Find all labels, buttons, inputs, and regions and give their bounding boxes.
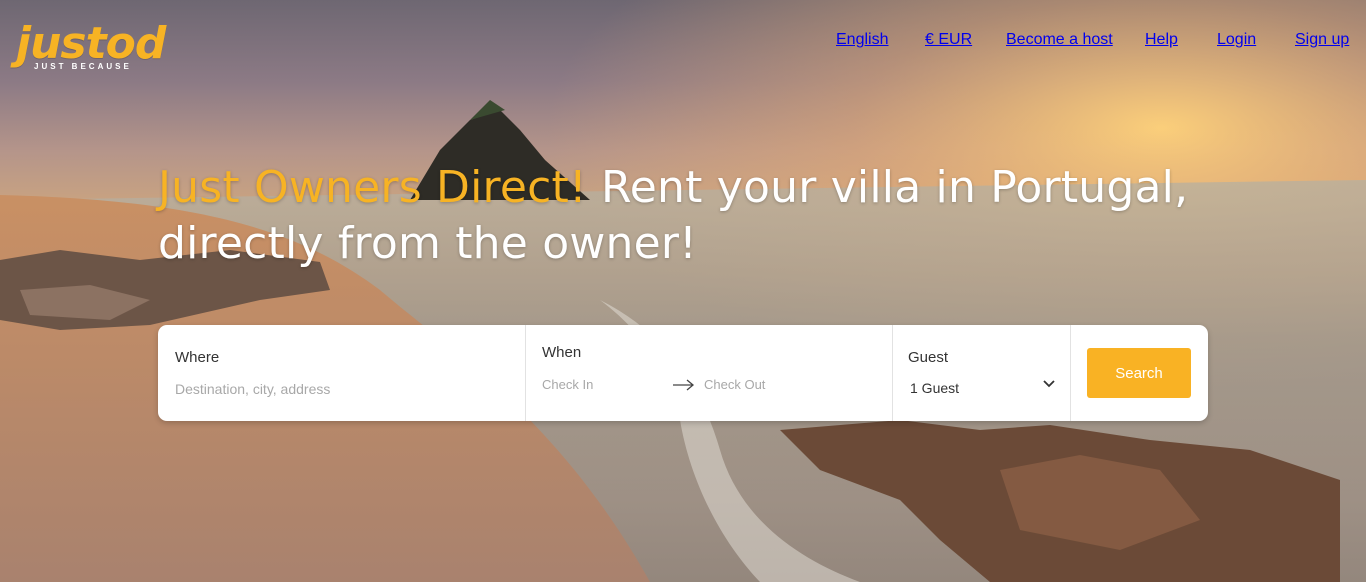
where-section[interactable]: Where <box>158 325 526 421</box>
check-out-field[interactable]: Check Out <box>704 377 765 392</box>
logo-tagline: JUST BECAUSE <box>34 62 132 71</box>
where-label: Where <box>175 349 220 366</box>
chevron-down-icon[interactable] <box>1042 379 1056 389</box>
nav-signup[interactable]: Sign up <box>1295 31 1349 49</box>
beach-background-image <box>0 0 1366 582</box>
logo-wordmark: justod <box>16 18 166 69</box>
hero-section <box>0 0 1366 582</box>
nav-language[interactable]: English <box>836 31 888 49</box>
arrow-right-icon <box>673 379 695 391</box>
when-label: When <box>542 344 582 361</box>
logo[interactable]: justod JUST BECAUSE <box>16 20 188 76</box>
hero-headline: Just Owners Direct! Rent your villa in P… <box>158 160 1258 272</box>
guest-section[interactable]: Guest 1 Guest <box>892 325 1071 421</box>
search-bar: Where When Check In Check Out Guest 1 Gu… <box>158 325 1208 421</box>
headline-accent: Just Owners Direct! <box>158 162 587 213</box>
nav-login[interactable]: Login <box>1217 31 1256 49</box>
nav-become-host[interactable]: Become a host <box>1006 31 1113 49</box>
check-in-field[interactable]: Check In <box>542 377 593 392</box>
search-button[interactable]: Search <box>1087 348 1191 398</box>
guest-label: Guest <box>908 349 949 366</box>
nav-help[interactable]: Help <box>1145 31 1178 49</box>
guest-select[interactable]: 1 Guest <box>910 380 959 396</box>
when-section: When Check In Check Out <box>525 325 893 421</box>
nav-currency[interactable]: € EUR <box>925 31 972 49</box>
where-input[interactable] <box>175 379 505 399</box>
